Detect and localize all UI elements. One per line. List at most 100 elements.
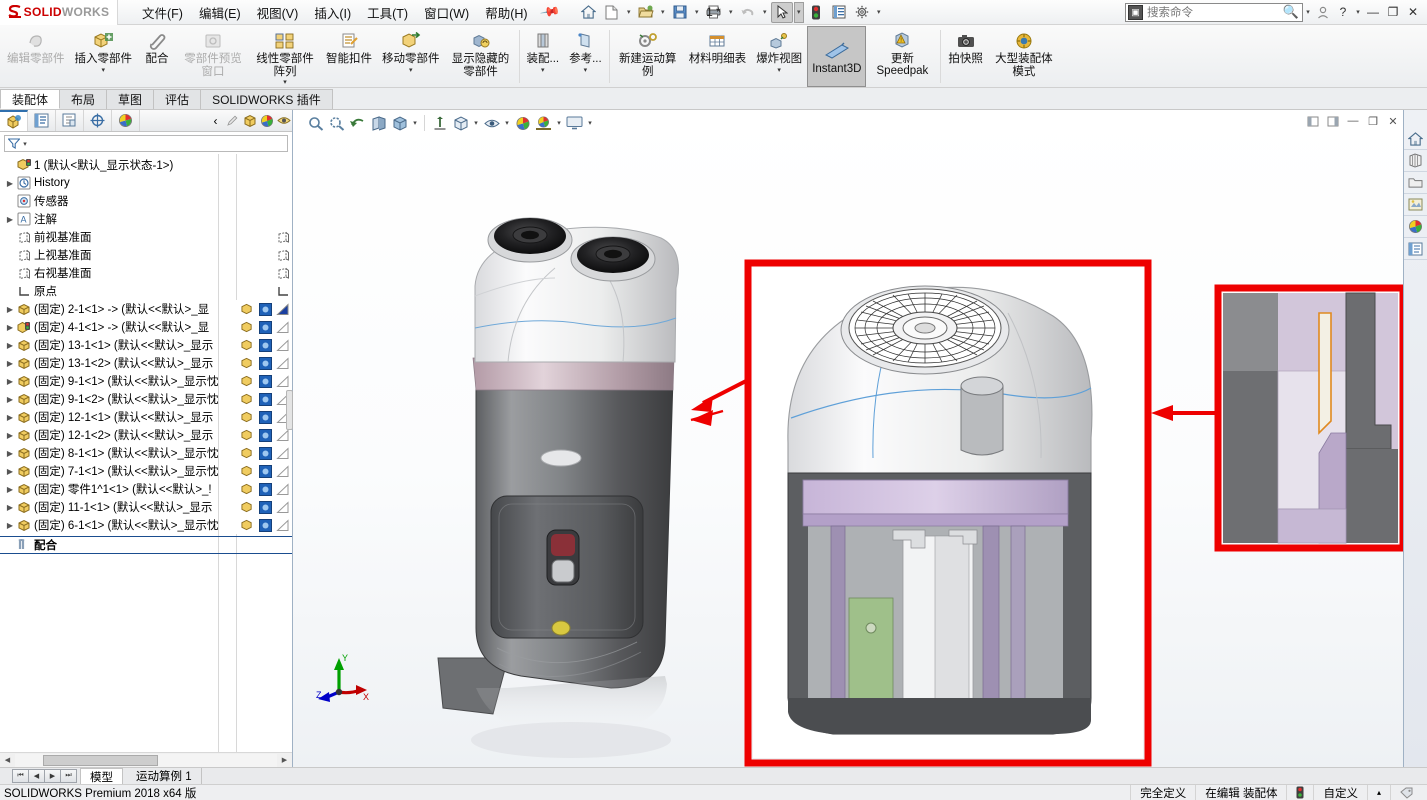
- rebuild-icon[interactable]: [805, 2, 827, 23]
- tab-layout[interactable]: 布局: [59, 89, 108, 109]
- ribbon-linear-pattern[interactable]: 线性零部件阵列 ▾: [249, 26, 321, 87]
- hscroll-thumb[interactable]: [43, 754, 158, 766]
- restore-button[interactable]: ❐: [1383, 2, 1403, 22]
- tile-right-icon[interactable]: [1323, 111, 1343, 131]
- status-rebuild-indicator[interactable]: [1286, 784, 1313, 800]
- table-row[interactable]: ▶ (固定) 2-1<1> -> (默认<<默认>_显: [0, 300, 292, 318]
- table-row[interactable]: ▶ (固定) 13-1<1> (默认<<默认>_显示: [0, 336, 292, 354]
- account-icon[interactable]: [1313, 2, 1333, 22]
- component-toggle[interactable]: ▶: [4, 413, 16, 422]
- section-view-icon[interactable]: [368, 113, 389, 134]
- tree-node-top-plane[interactable]: 上视基准面: [0, 246, 292, 264]
- component-toggle[interactable]: ▶: [4, 467, 16, 476]
- table-row[interactable]: ▶ (固定) 零件1^1<1> (默认<<默认>_!: [0, 480, 292, 498]
- insert-component-dropdown-caret[interactable]: ▾: [101, 67, 105, 74]
- help-caret[interactable]: ▾: [1353, 8, 1363, 16]
- reference-geometry-dropdown-caret[interactable]: ▾: [584, 67, 588, 74]
- ribbon-new-motion-study[interactable]: 新建运动算例: [612, 26, 684, 87]
- minimize-button[interactable]: —: [1363, 2, 1383, 22]
- status-tag-icon[interactable]: [1390, 784, 1423, 800]
- close-icon[interactable]: ✕: [1383, 111, 1403, 131]
- apply-scene-icon[interactable]: [533, 113, 554, 134]
- tab-assembly[interactable]: 装配体: [0, 89, 61, 109]
- hscroll-track[interactable]: [15, 753, 277, 767]
- ribbon-component-preview[interactable]: 零部件预览窗口: [177, 26, 249, 87]
- tab-solidworks-addins[interactable]: SOLIDWORKS 插件: [200, 89, 333, 109]
- zoom-to-fit-icon[interactable]: [305, 113, 326, 134]
- table-row[interactable]: ▶ (固定) 8-1<1> (默认<<默认>_显示忱: [0, 444, 292, 462]
- zoom-to-area-icon[interactable]: [326, 113, 347, 134]
- ribbon-instant3d[interactable]: Instant3D: [807, 26, 867, 87]
- hide-show-items-icon[interactable]: [481, 113, 502, 134]
- ribbon-insert-component[interactable]: 插入零部件 ▾: [70, 26, 138, 87]
- status-custom[interactable]: 自定义: [1313, 784, 1367, 800]
- table-row[interactable]: ▶ (固定) 9-1<2> (默认<<默认>_显示忱: [0, 390, 292, 408]
- view-orientation-caret[interactable]: ▾: [410, 119, 420, 127]
- menu-tools[interactable]: 工具(T): [359, 0, 416, 25]
- task-pane-sw-resources[interactable]: [1404, 128, 1427, 150]
- view-settings-caret[interactable]: ▾: [585, 119, 595, 127]
- ribbon-mate[interactable]: 配合: [137, 26, 177, 87]
- table-row[interactable]: ▶ (固定) 12-1<1> (默认<<默认>_显示: [0, 408, 292, 426]
- command-search[interactable]: ▣ 搜索命令 🔍: [1125, 2, 1303, 22]
- assembly-features-dropdown-caret[interactable]: ▾: [541, 67, 545, 74]
- apply-scene-caret[interactable]: ▾: [554, 119, 564, 127]
- ribbon-reference-geometry[interactable]: 参考... ▾: [564, 26, 607, 87]
- component-toggle[interactable]: ▶: [4, 377, 16, 386]
- ribbon-edit-component[interactable]: 编辑零部件: [2, 26, 70, 87]
- bottom-tab-motion-study-1[interactable]: 运动算例 1: [127, 768, 202, 784]
- tree-node-history-toggle[interactable]: ▶: [4, 179, 16, 188]
- ribbon-smart-fasteners[interactable]: 智能扣件: [321, 26, 377, 87]
- display-style-icon[interactable]: [450, 113, 471, 134]
- search-icon[interactable]: 🔍: [1283, 4, 1299, 20]
- fm-collapse-icon[interactable]: ‹: [207, 111, 224, 131]
- nav-prev[interactable]: ◀: [28, 769, 45, 783]
- component-toggle[interactable]: ▶: [4, 341, 16, 350]
- task-pane-appearances[interactable]: [1404, 216, 1427, 238]
- print-caret[interactable]: ▾: [726, 8, 736, 16]
- component-toggle[interactable]: ▶: [4, 359, 16, 368]
- task-pane-view-palette[interactable]: [1404, 194, 1427, 216]
- hscroll-right-arrow[interactable]: ▶: [277, 754, 292, 767]
- nav-first[interactable]: ⏮: [12, 769, 29, 783]
- fm-tab-display-manager[interactable]: [112, 110, 140, 131]
- menu-window[interactable]: 窗口(W): [416, 0, 477, 25]
- fm-tab-configuration-manager[interactable]: [56, 110, 84, 131]
- menu-view[interactable]: 视图(V): [249, 0, 307, 25]
- open-document-icon[interactable]: [635, 2, 657, 23]
- table-row[interactable]: ▶ (固定) 7-1<1> (默认<<默认>_显示忱: [0, 462, 292, 480]
- table-row[interactable]: ▶ (固定) 12-1<2> (默认<<默认>_显示: [0, 426, 292, 444]
- component-toggle[interactable]: ▶: [4, 485, 16, 494]
- undo-caret[interactable]: ▾: [760, 8, 770, 16]
- new-document-icon[interactable]: [601, 2, 623, 23]
- nav-last[interactable]: ⏭: [60, 769, 77, 783]
- eye-icon[interactable]: [275, 111, 292, 131]
- feature-tree-filter[interactable]: ▾: [4, 135, 288, 152]
- model-viewport[interactable]: [293, 128, 1403, 767]
- tree-node-annotations-toggle[interactable]: ▶: [4, 215, 16, 224]
- new-document-caret[interactable]: ▾: [624, 8, 634, 16]
- table-row[interactable]: ▶ (固定) 4-1<1> -> (默认<<默认>_显: [0, 318, 292, 336]
- save-caret[interactable]: ▾: [692, 8, 702, 16]
- component-toggle[interactable]: ▶: [4, 305, 16, 314]
- tree-node-mates[interactable]: 配合: [0, 536, 292, 554]
- ribbon-move-component[interactable]: 移动零部件 ▾: [377, 26, 445, 87]
- view-orientation-icon[interactable]: [389, 113, 410, 134]
- ribbon-bill-of-materials[interactable]: 材料明细表: [684, 26, 752, 87]
- menu-insert[interactable]: 插入(I): [306, 0, 359, 25]
- save-icon[interactable]: [669, 2, 691, 23]
- status-caret[interactable]: ▴: [1366, 784, 1390, 800]
- undo-icon[interactable]: [737, 2, 759, 23]
- display-style-caret[interactable]: ▾: [471, 119, 481, 127]
- tree-node-sensors[interactable]: 传感器: [0, 192, 292, 210]
- hscroll-left-arrow[interactable]: ◀: [0, 754, 15, 767]
- tree-root[interactable]: 1 (默认<默认_显示状态-1>): [0, 156, 292, 174]
- tree-node-history[interactable]: ▶ History: [0, 174, 292, 192]
- select-caret[interactable]: ▾: [793, 1, 804, 23]
- move-component-dropdown-caret[interactable]: ▾: [409, 67, 413, 74]
- component-toggle[interactable]: ▶: [4, 503, 16, 512]
- ribbon-show-hidden-components[interactable]: 显示隐藏的零部件: [445, 26, 517, 87]
- component-toggle[interactable]: ▶: [4, 449, 16, 458]
- help-button[interactable]: ?: [1333, 2, 1353, 22]
- bottom-tab-model[interactable]: 模型: [80, 768, 123, 784]
